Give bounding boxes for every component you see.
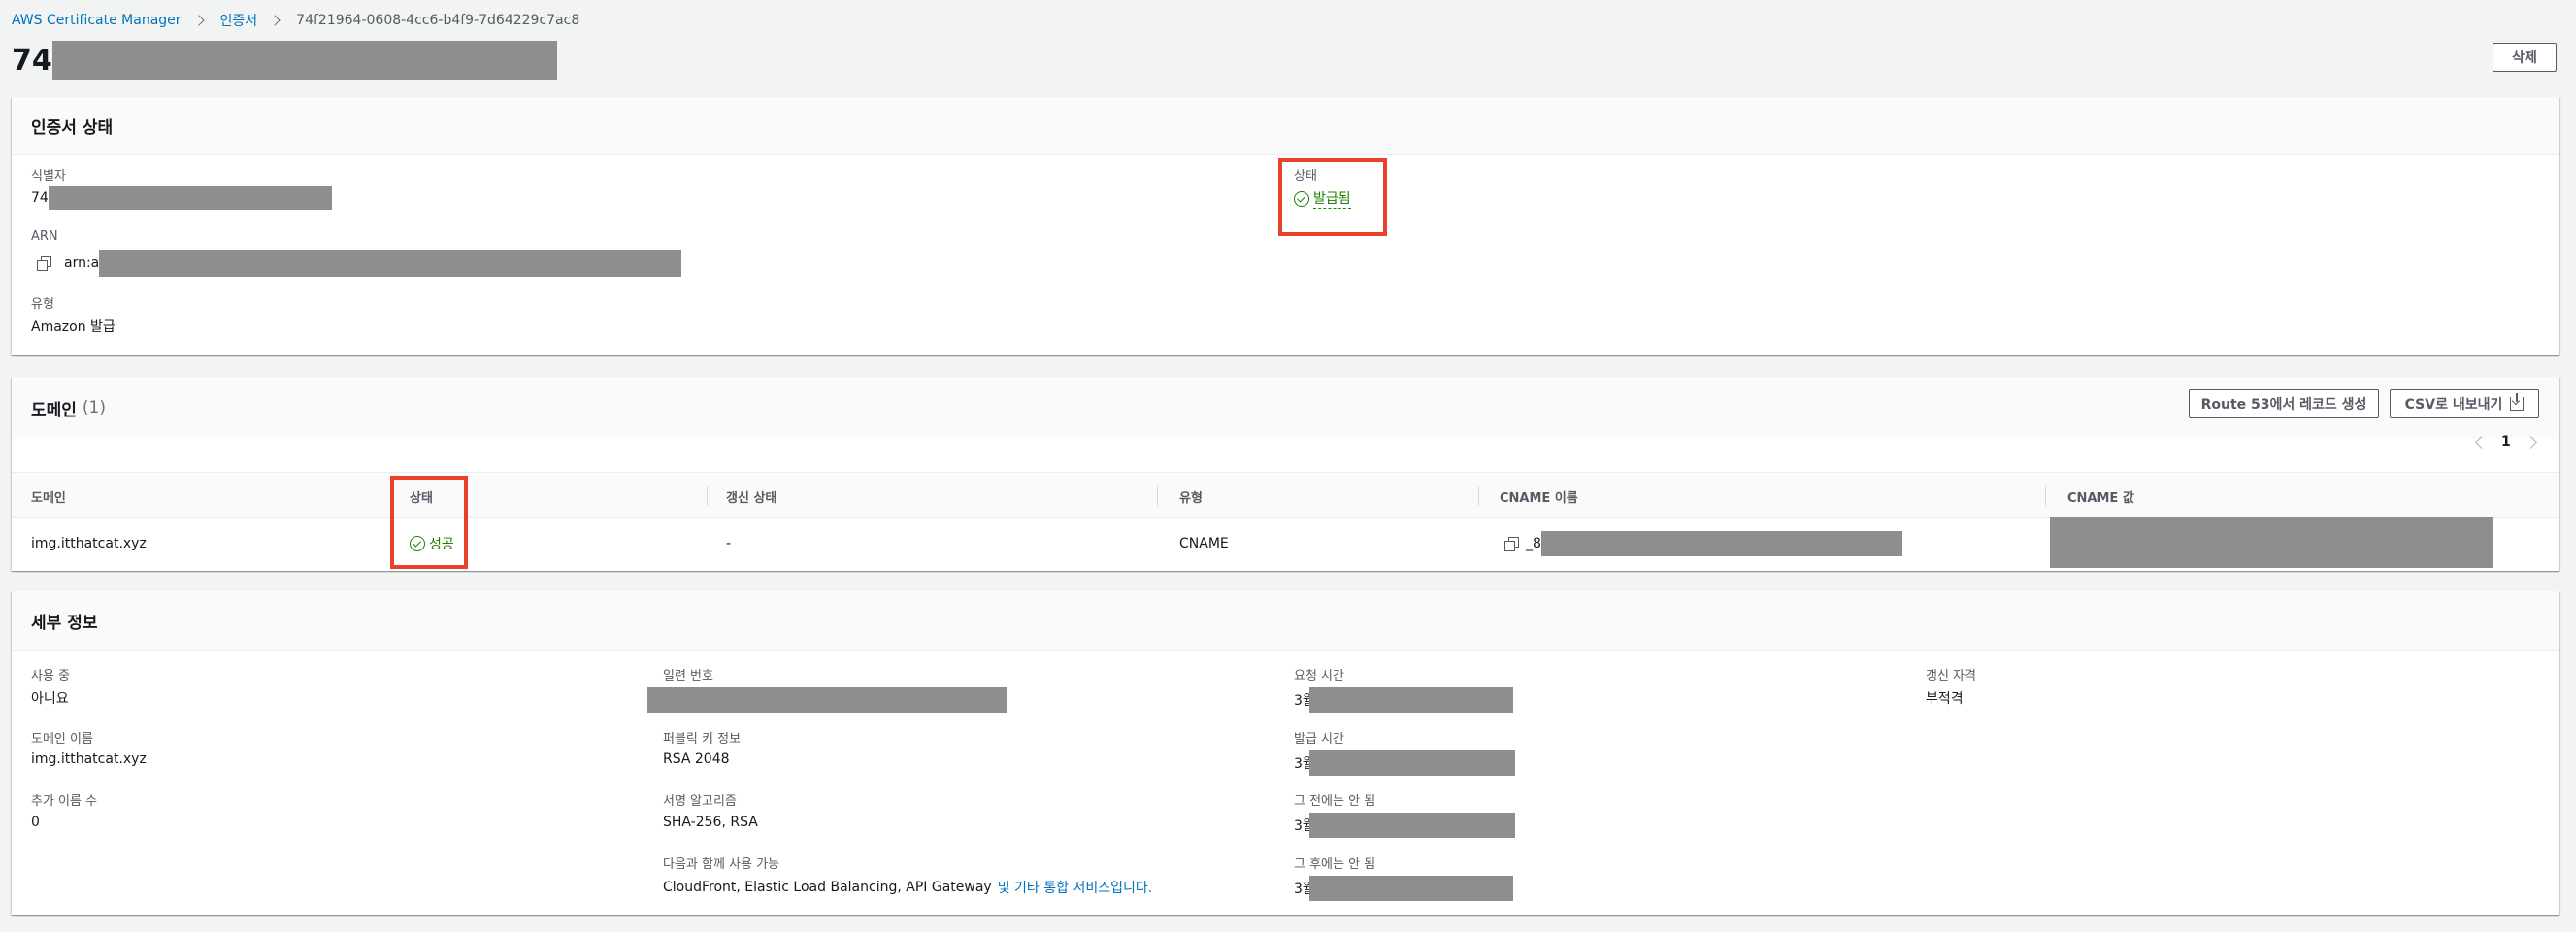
route53-create-records-button[interactable]: Route 53에서 레코드 생성 (2189, 389, 2379, 418)
domain-name-value: img.itthatcat.xyz (31, 751, 147, 767)
not-before-label: 그 전에는 안 됨 (1294, 794, 1376, 809)
breadcrumb: AWS Certificate Manager 인증서 74f21964-060… (12, 11, 579, 30)
type-label: 유형 (31, 297, 54, 312)
public-key-label: 퍼블릭 키 정보 (663, 732, 742, 747)
issued-at-label: 발급 시간 (1294, 732, 1344, 747)
panel-header: 도메인 (1) (12, 377, 2559, 439)
column-divider (707, 486, 708, 506)
redaction-block (1308, 750, 1515, 776)
cname-prefix: _8 (1526, 536, 1541, 551)
chevron-right-icon (269, 15, 281, 26)
column-header-renewal-status[interactable]: 갱신 상태 (726, 473, 776, 519)
column-divider (1478, 486, 1479, 506)
not-after-label: 그 후에는 안 됨 (1294, 857, 1376, 872)
copy-icon[interactable] (1504, 537, 1519, 551)
copy-icon[interactable] (37, 256, 51, 271)
arn-value: arn:a (37, 250, 682, 277)
issued-at-value: 3월 (1294, 750, 1515, 776)
renewal-eligibility-label: 갱신 자격 (1926, 669, 1976, 683)
not-before-value: 3월 (1294, 813, 1515, 838)
redaction-block (2050, 517, 2493, 568)
usable-with-label: 다음과 함께 사용 가능 (663, 857, 780, 872)
column-header-cname-value[interactable]: CNAME 값 (2067, 473, 2134, 519)
export-csv-label: CSV로 내보내기 (2404, 397, 2503, 413)
highlight-box (1278, 158, 1387, 236)
type-cell: CNAME (1179, 536, 1229, 551)
panel-title: 인증서 상태 (31, 118, 114, 138)
redaction-block (48, 186, 332, 210)
panel-header: 세부 정보 (12, 591, 2559, 651)
download-icon (2510, 393, 2525, 411)
identifier-value: 74 (31, 186, 332, 210)
redaction-block (99, 250, 682, 277)
usable-with-value: CloudFront, Elastic Load Balancing, API … (663, 878, 1152, 897)
requested-at-value: 3월 (1294, 687, 1513, 713)
redaction-block (51, 41, 557, 80)
chevron-right-icon (192, 15, 205, 26)
public-key-value: RSA 2048 (663, 751, 730, 767)
panel-header: 인증서 상태 (12, 97, 2559, 155)
in-use-value: 아니요 (31, 691, 69, 707)
panel-title: 도메인 (31, 400, 77, 420)
pagination: 1 (2475, 434, 2537, 449)
redaction-block (1308, 687, 1513, 713)
usable-services: CloudFront, Elastic Load Balancing, API … (663, 880, 992, 895)
redaction-block (1308, 876, 1513, 901)
additional-names-label: 추가 이름 수 (31, 794, 98, 809)
column-divider (1157, 486, 1158, 506)
domain-count: (1) (82, 398, 107, 417)
breadcrumb-current: 74f21964-0608-4cc6-b4f9-7d64229c7ac8 (296, 13, 580, 28)
domain-name-label: 도메인 이름 (31, 732, 93, 747)
additional-names-value: 0 (31, 815, 40, 830)
column-header-domain[interactable]: 도메인 (31, 473, 66, 519)
cname-name-cell: _8 (1504, 519, 1902, 568)
breadcrumb-acm-link[interactable]: AWS Certificate Manager (12, 13, 182, 28)
page-number[interactable]: 1 (2501, 434, 2511, 449)
export-csv-button[interactable]: CSV로 내보내기 (2390, 389, 2539, 418)
arn-label: ARN (31, 229, 58, 244)
column-divider (2045, 486, 2046, 506)
requested-at-label: 요청 시간 (1294, 669, 1344, 683)
signature-algorithm-label: 서명 알고리즘 (663, 794, 737, 809)
renewal-status-cell: - (726, 536, 732, 551)
in-use-label: 사용 중 (31, 669, 71, 683)
redaction-block (1308, 813, 1515, 838)
panel-title: 세부 정보 (31, 614, 98, 633)
domains-panel: 도메인 (1) Route 53에서 레코드 생성 CSV로 내보내기 1 도메… (12, 377, 2559, 571)
chevron-left-icon[interactable] (2475, 435, 2488, 449)
domain-cell: img.itthatcat.xyz (31, 536, 147, 551)
chevron-right-icon[interactable] (2524, 435, 2537, 449)
identifier-label: 식별자 (31, 169, 66, 183)
delete-button[interactable]: 삭제 (2493, 43, 2557, 72)
identifier-prefix: 74 (31, 190, 49, 206)
page-title-row: 74 (12, 39, 557, 82)
redaction-block (647, 687, 1007, 713)
integrated-services-link[interactable]: 및 기타 통합 서비스입니다. (998, 878, 1152, 897)
column-header-type[interactable]: 유형 (1179, 473, 1203, 519)
details-panel: 세부 정보 사용 중 아니요 도메인 이름 img.itthatcat.xyz … (12, 591, 2559, 915)
breadcrumb-certificates-link[interactable]: 인증서 (220, 11, 258, 30)
not-after-value: 3월 (1294, 876, 1513, 901)
column-header-cname-name[interactable]: CNAME 이름 (1500, 473, 1578, 519)
type-value: Amazon 발급 (31, 319, 116, 335)
highlight-box (390, 476, 468, 569)
certificate-status-panel: 인증서 상태 식별자 74 ARN arn:a 유형 Amazon 발급 상태 … (12, 97, 2559, 355)
serial-label: 일련 번호 (663, 669, 713, 683)
page-title: 74 (12, 43, 52, 78)
redaction-block (1540, 531, 1902, 556)
renewal-eligibility-value: 부적격 (1926, 691, 1964, 707)
signature-algorithm-value: SHA-256, RSA (663, 815, 758, 830)
arn-prefix: arn:a (64, 255, 100, 271)
